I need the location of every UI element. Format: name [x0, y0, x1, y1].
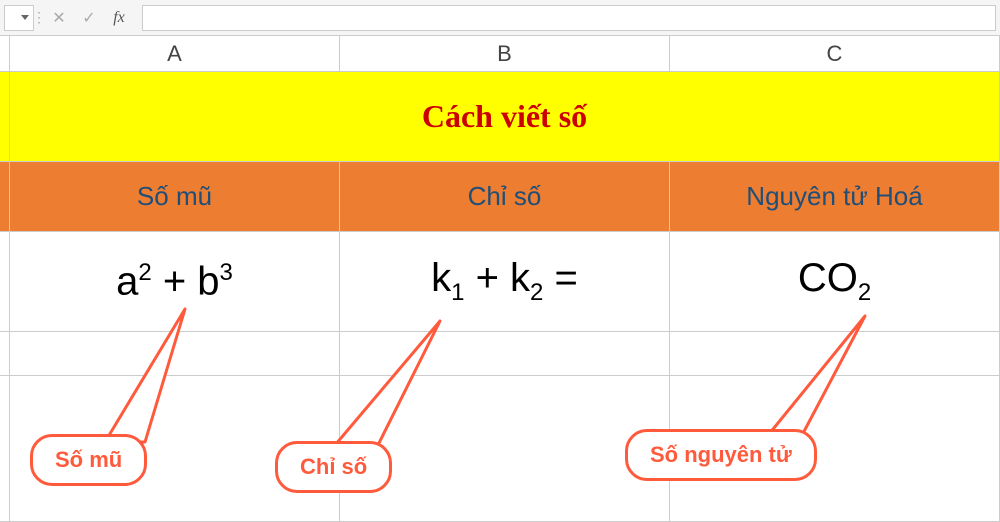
subheader-row: Số mũ Chỉ số Nguyên tử Hoá: [0, 162, 1000, 232]
cell-A-data[interactable]: a2 + b3: [10, 232, 340, 331]
cell-empty[interactable]: [340, 332, 670, 375]
column-header-A[interactable]: A: [10, 36, 340, 71]
row-header[interactable]: [0, 232, 10, 331]
name-box[interactable]: [4, 5, 34, 31]
select-all-corner[interactable]: [0, 36, 10, 71]
cell-text: Nguyên tử Hoá: [746, 181, 922, 212]
cell-empty[interactable]: [670, 332, 1000, 375]
callout-superscript[interactable]: Số mũ: [30, 434, 147, 486]
cell-formula: CO2: [798, 256, 871, 307]
formula-bar: ⋮ ✕ ✓ fx: [0, 0, 1000, 36]
callout-subscript[interactable]: Chỉ số: [275, 441, 392, 493]
spreadsheet-grid: A B C Cách viết số Số mũ Chỉ số Nguyên t…: [0, 36, 1000, 522]
row-header[interactable]: [0, 376, 10, 521]
cell-C-header[interactable]: Nguyên tử Hoá: [670, 162, 1000, 231]
cell-empty[interactable]: [10, 332, 340, 375]
cell-B-data[interactable]: k1 + k2 =: [340, 232, 670, 331]
column-header-C[interactable]: C: [670, 36, 1000, 71]
enter-button[interactable]: ✓: [74, 5, 104, 31]
empty-row: [0, 332, 1000, 376]
callout-label: Số nguyên tử: [650, 442, 792, 467]
formula-input[interactable]: [142, 5, 996, 31]
callout-atomic-number[interactable]: Số nguyên tử: [625, 429, 817, 481]
title-row: Cách viết số: [0, 72, 1000, 162]
chevron-down-icon: [21, 15, 29, 20]
cell-A-header[interactable]: Số mũ: [10, 162, 340, 231]
row-header[interactable]: [0, 72, 10, 161]
cell-text: Số mũ: [137, 181, 212, 212]
cell-text: Chỉ số: [468, 181, 542, 212]
row-header[interactable]: [0, 332, 10, 375]
cancel-button[interactable]: ✕: [44, 5, 74, 31]
fx-icon: fx: [113, 9, 125, 27]
divider: ⋮: [34, 9, 44, 26]
cell-C-data[interactable]: CO2: [670, 232, 1000, 331]
cell-formula: a2 + b3: [116, 259, 233, 304]
row-header[interactable]: [0, 162, 10, 231]
column-header-B[interactable]: B: [340, 36, 670, 71]
empty-row: [0, 376, 1000, 522]
check-icon: ✓: [82, 8, 95, 28]
x-icon: ✕: [52, 8, 65, 28]
cell-empty[interactable]: [340, 376, 670, 521]
cell-formula: k1 + k2 =: [431, 256, 578, 307]
cell-title[interactable]: Cách viết số: [10, 72, 1000, 161]
callout-label: Số mũ: [55, 447, 122, 472]
title-text: Cách viết số: [422, 98, 587, 135]
callout-label: Chỉ số: [300, 454, 367, 479]
data-row: a2 + b3 k1 + k2 = CO2: [0, 232, 1000, 332]
column-headers-row: A B C: [0, 36, 1000, 72]
cell-B-header[interactable]: Chỉ số: [340, 162, 670, 231]
insert-function-button[interactable]: fx: [104, 5, 134, 31]
